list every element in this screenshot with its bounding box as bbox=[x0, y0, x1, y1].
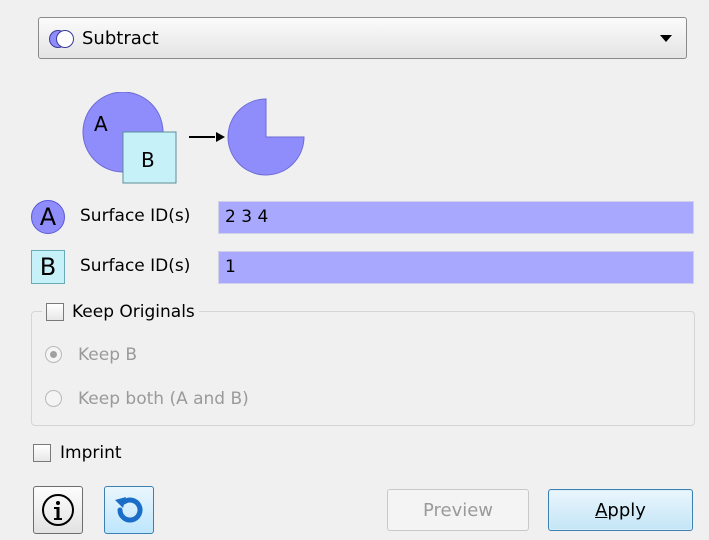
apply-label-rest: pply bbox=[607, 499, 646, 521]
keep-b-radio[interactable] bbox=[45, 346, 62, 363]
info-button[interactable] bbox=[33, 486, 83, 534]
keep-originals-label: Keep Originals bbox=[72, 302, 195, 322]
apply-mnemonic: A bbox=[595, 499, 608, 521]
surface-a-label: Surface ID(s) bbox=[80, 206, 191, 226]
keep-originals-toggle[interactable]: Keep Originals bbox=[42, 300, 199, 324]
surface-a-badge: A bbox=[31, 200, 65, 234]
arrow-right-icon bbox=[189, 132, 225, 142]
reset-button[interactable] bbox=[104, 486, 154, 534]
imprint-checkbox[interactable] bbox=[33, 444, 51, 462]
apply-button[interactable]: Apply bbox=[548, 489, 693, 531]
diagram-label-b: B bbox=[141, 148, 155, 172]
keep-both-label: Keep both (A and B) bbox=[78, 389, 249, 409]
surface-b-badge: B bbox=[31, 250, 65, 284]
imprint-label: Imprint bbox=[60, 443, 122, 463]
surface-a-input[interactable]: 2 3 4 bbox=[218, 201, 694, 234]
operation-select[interactable]: Subtract bbox=[38, 17, 687, 59]
subtract-venn-icon bbox=[49, 30, 74, 48]
operation-diagram: A B bbox=[82, 92, 305, 184]
surface-b-input[interactable]: 1 bbox=[218, 251, 694, 284]
diagram-label-a: A bbox=[94, 112, 108, 136]
info-icon bbox=[42, 494, 74, 526]
keep-b-label: Keep B bbox=[78, 345, 138, 365]
result-shape bbox=[227, 98, 305, 176]
reset-icon bbox=[115, 497, 143, 523]
operation-label: Subtract bbox=[82, 28, 159, 49]
imprint-toggle[interactable]: Imprint bbox=[33, 443, 122, 463]
keep-both-radio[interactable] bbox=[45, 390, 62, 407]
preview-button[interactable]: Preview bbox=[387, 489, 529, 531]
keep-originals-checkbox[interactable] bbox=[46, 303, 64, 321]
surface-b-label: Surface ID(s) bbox=[80, 256, 191, 276]
dropdown-arrow-icon bbox=[660, 35, 672, 42]
